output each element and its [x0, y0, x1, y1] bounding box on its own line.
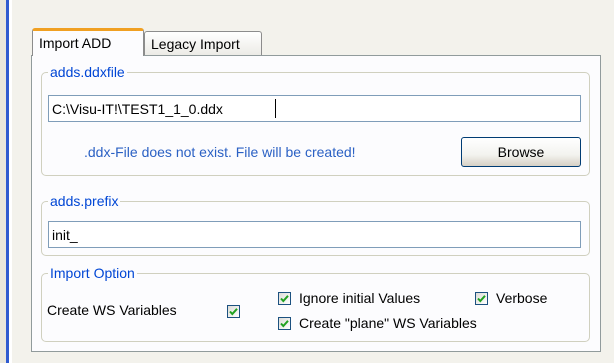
prefix-input[interactable] [48, 221, 581, 248]
import-dialog: Legacy Import Import ADD adds.ddxfile .d… [0, 0, 614, 363]
window-left-edge [6, 0, 9, 363]
verbose-label: Verbose [496, 290, 548, 306]
verbose-checkbox[interactable] [475, 292, 488, 305]
checkmark-icon [477, 295, 486, 303]
checkmark-icon [229, 308, 238, 316]
ignore-initial-values-checkbox[interactable] [278, 292, 291, 305]
create-plane-ws-variables-label: Create "plane" WS Variables [299, 315, 477, 331]
ddxfile-group-legend: adds.ddxfile [50, 64, 125, 80]
ddxfile-path-input[interactable] [48, 95, 581, 122]
tab-import-add[interactable]: Import ADD [32, 28, 144, 56]
create-ws-variables-checkbox[interactable] [227, 305, 240, 318]
browse-button[interactable]: Browse [461, 137, 581, 167]
checkmark-icon [280, 295, 289, 303]
text-caret [275, 99, 276, 118]
tab-legacy-import[interactable]: Legacy Import [144, 31, 262, 55]
ddxfile-info-text: .ddx-File does not exist. File will be c… [84, 144, 356, 160]
prefix-group-legend: adds.prefix [50, 193, 119, 209]
import-option-group-legend: Import Option [50, 265, 135, 281]
create-plane-ws-variables-checkbox[interactable] [278, 317, 291, 330]
checkmark-icon [280, 320, 289, 328]
ignore-initial-values-label: Ignore initial Values [299, 290, 421, 306]
create-ws-variables-label: Create WS Variables [47, 302, 177, 318]
